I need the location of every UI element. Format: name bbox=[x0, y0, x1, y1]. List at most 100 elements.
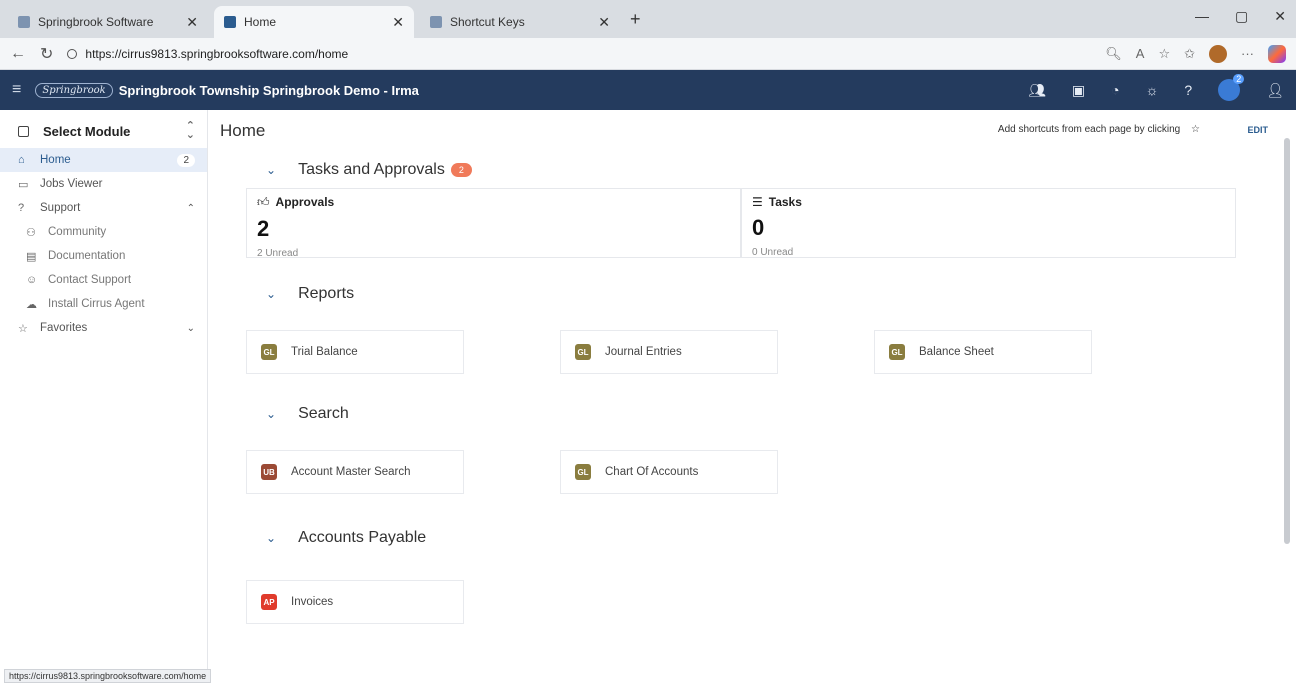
favicon-icon bbox=[18, 16, 30, 28]
sidebar-item-home[interactable]: ⌂ Home 2 bbox=[0, 148, 207, 172]
section-search-header[interactable]: ⌄ Search bbox=[208, 396, 1296, 432]
browser-tab-home[interactable]: Home ✕ bbox=[214, 6, 414, 38]
section-reports-header[interactable]: ⌄ Reports bbox=[208, 276, 1296, 312]
reports-tiles: GL Trial Balance GL Journal Entries GL B… bbox=[246, 318, 1296, 386]
module-badge: GL bbox=[889, 344, 905, 360]
module-badge: AP bbox=[261, 594, 277, 610]
maximize-icon[interactable]: ▢ bbox=[1235, 8, 1248, 25]
tasks-cards: 👍︎ Approvals 2 2 Unread ☰ Tasks 0 0 Unread bbox=[246, 188, 1236, 259]
read-aloud-icon[interactable]: A bbox=[1136, 46, 1145, 61]
app-header: ≡ Springbrook Springbrook Township Sprin… bbox=[0, 70, 1296, 110]
chevron-down-icon: ⌄ bbox=[266, 287, 277, 301]
sidebar-item-label: Documentation bbox=[48, 250, 126, 262]
springbrook-logo: Springbrook bbox=[35, 82, 113, 98]
document-icon: ▤ bbox=[26, 250, 37, 263]
hamburger-menu-icon[interactable]: ≡ bbox=[12, 81, 21, 99]
card-title: 👍︎ Approvals bbox=[257, 195, 730, 210]
sidebar-item-documentation[interactable]: ▤ Documentation bbox=[0, 244, 207, 268]
star-icon: ☆ bbox=[18, 322, 28, 335]
shortcut-hint-text: Add shortcuts from each page by clicking bbox=[997, 124, 1181, 135]
close-icon[interactable]: ✕ bbox=[180, 14, 198, 31]
favicon-icon bbox=[224, 16, 236, 28]
tile-label: Account Master Search bbox=[291, 466, 411, 478]
address-bar-actions: 🔍︎ A ☆ ✩ ··· bbox=[1105, 44, 1286, 63]
window-controls: — ▢ ✕ bbox=[1195, 8, 1286, 25]
close-icon[interactable]: ✕ bbox=[386, 14, 404, 31]
copilot-icon[interactable] bbox=[1268, 44, 1286, 63]
tile-label: Journal Entries bbox=[605, 346, 682, 358]
shortcut-balance-sheet[interactable]: GL Balance Sheet bbox=[874, 330, 1092, 374]
timer-icon[interactable]: ◔ bbox=[1111, 82, 1119, 98]
sidebar-item-install-cirrus-agent[interactable]: ☁ Install Cirrus Agent bbox=[0, 292, 207, 316]
main-area: Select Module ⌃ ⌄ ⌂ Home 2 ▭ Jobs Viewer … bbox=[0, 110, 1296, 683]
profile-avatar[interactable] bbox=[1209, 44, 1227, 63]
sidebar: Select Module ⌃ ⌄ ⌂ Home 2 ▭ Jobs Viewer … bbox=[0, 110, 208, 683]
tab-title: Home bbox=[244, 15, 277, 29]
favorites-bar-icon[interactable]: ✩ bbox=[1184, 46, 1195, 62]
zoom-icon[interactable]: 🔍︎ bbox=[1105, 46, 1122, 62]
user-account-icon[interactable]: 👤︎ bbox=[1266, 82, 1284, 99]
tab-title: Springbrook Software bbox=[38, 15, 154, 29]
shortcut-chart-of-accounts[interactable]: GL Chart Of Accounts bbox=[560, 450, 778, 494]
more-menu-icon[interactable]: ··· bbox=[1241, 46, 1254, 61]
module-badge: UB bbox=[261, 464, 277, 480]
section-tasks-approvals-header[interactable]: ⌄ Tasks and Approvals 2 bbox=[208, 152, 1296, 188]
shortcut-hint: Add shortcuts from each page by clicking… bbox=[998, 124, 1200, 135]
module-badge: GL bbox=[575, 464, 591, 480]
header-actions: 👥︎ ▣ ◔ ☼ ? 2 👤︎ bbox=[1028, 74, 1284, 101]
chevron-down-icon: ⌄ bbox=[266, 531, 277, 545]
approvals-title: Approvals bbox=[275, 195, 335, 209]
tasks-unread: 0 Unread bbox=[752, 247, 794, 258]
home-icon: ⌂ bbox=[18, 154, 25, 166]
close-icon[interactable]: ✕ bbox=[592, 14, 610, 31]
section-accounts-payable-header[interactable]: ⌄ Accounts Payable bbox=[208, 520, 1296, 556]
address-bar: ← ↻ https://cirrus9813.springbrooksoftwa… bbox=[0, 38, 1296, 70]
back-icon[interactable]: ← bbox=[10, 45, 26, 63]
tab-title: Shortcut Keys bbox=[450, 15, 525, 29]
sidebar-item-community[interactable]: ⚇ Community bbox=[0, 220, 207, 244]
module-badge: GL bbox=[261, 344, 277, 360]
browser-tab-springbrook-software[interactable]: Springbrook Software ✕ bbox=[8, 6, 208, 38]
window-close-icon[interactable]: ✕ bbox=[1274, 8, 1286, 25]
favorite-star-icon[interactable]: ☆ bbox=[1158, 46, 1170, 62]
section-title: Tasks and Approvals bbox=[298, 161, 445, 178]
sidebar-item-count: 2 bbox=[177, 153, 195, 167]
sidebar-item-support[interactable]: ? Support ⌃ bbox=[0, 196, 207, 220]
new-tab-button[interactable]: + bbox=[630, 9, 641, 30]
edit-button[interactable]: EDIT bbox=[1247, 125, 1268, 135]
shortcut-trial-balance[interactable]: GL Trial Balance bbox=[246, 330, 464, 374]
site-info-icon[interactable] bbox=[67, 48, 78, 59]
section-title: Reports bbox=[298, 285, 355, 302]
chevron-down-icon: ⌄ bbox=[266, 407, 277, 421]
users-icon[interactable]: 👥︎ bbox=[1028, 82, 1046, 99]
scrollbar[interactable] bbox=[1284, 138, 1290, 544]
section-title: Search bbox=[298, 405, 349, 422]
approvals-card[interactable]: 👍︎ Approvals 2 2 Unread bbox=[246, 188, 741, 259]
notification-count: 2 bbox=[1233, 74, 1245, 84]
module-selector[interactable]: Select Module ⌃ ⌄ bbox=[0, 118, 207, 148]
notifications-icon[interactable]: 2 bbox=[1218, 74, 1245, 101]
module-label: Select Module bbox=[43, 123, 131, 139]
tasks-count: 0 bbox=[752, 215, 765, 240]
url-field[interactable]: https://cirrus9813.springbrooksoftware.c… bbox=[67, 42, 1105, 66]
tasks-card[interactable]: ☰ Tasks 0 0 Unread bbox=[741, 188, 1236, 258]
url-text: https://cirrus9813.springbrooksoftware.c… bbox=[85, 46, 349, 61]
shortcut-account-master-search[interactable]: UB Account Master Search bbox=[246, 450, 464, 494]
sidebar-item-contact-support[interactable]: ☺ Contact Support bbox=[0, 268, 207, 292]
sidebar-item-favorites[interactable]: ☆ Favorites ⌄ bbox=[0, 316, 207, 340]
minimize-icon[interactable]: — bbox=[1195, 8, 1209, 25]
sidebar-item-jobs-viewer[interactable]: ▭ Jobs Viewer bbox=[0, 172, 207, 196]
help-icon[interactable]: ? bbox=[1184, 82, 1192, 98]
module-icon bbox=[18, 125, 29, 137]
shortcut-journal-entries[interactable]: GL Journal Entries bbox=[560, 330, 778, 374]
browser-tab-shortcut-keys[interactable]: Shortcut Keys ✕ bbox=[420, 6, 620, 38]
building-icon[interactable]: ▣ bbox=[1072, 82, 1085, 99]
link-status-bar: https://cirrus9813.springbrooksoftware.c… bbox=[4, 669, 212, 683]
lightbulb-icon[interactable]: ☼ bbox=[1146, 82, 1159, 98]
community-icon: ⚇ bbox=[26, 226, 36, 239]
browser-tabstrip: Springbrook Software ✕ Home ✕ Shortcut K… bbox=[0, 0, 1296, 38]
refresh-icon[interactable]: ↻ bbox=[40, 44, 53, 64]
shortcut-invoices[interactable]: AP Invoices bbox=[246, 580, 464, 624]
tile-label: Trial Balance bbox=[291, 346, 358, 358]
approvals-unread: 2 Unread bbox=[257, 248, 299, 259]
